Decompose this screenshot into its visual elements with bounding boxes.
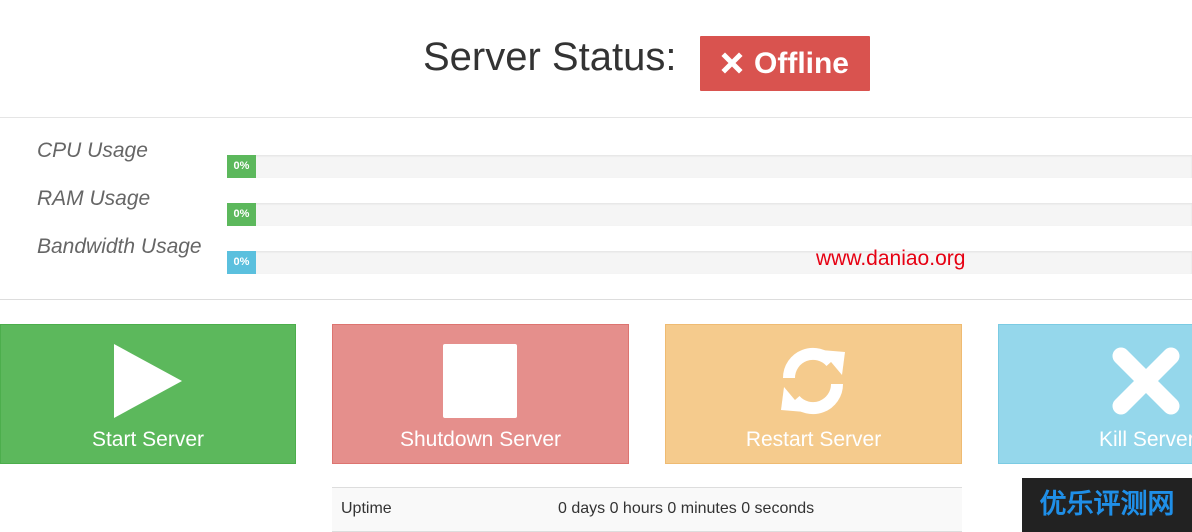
cpu-usage-label: CPU Usage xyxy=(37,139,148,162)
uptime-value: 0 days 0 hours 0 minutes 0 seconds xyxy=(558,500,815,517)
uptime-table: Uptime 0 days 0 hours 0 minutes 0 second… xyxy=(332,487,962,532)
shutdown-server-label: Shutdown Server xyxy=(399,428,562,451)
refresh-icon xyxy=(781,347,845,415)
corner-logo: 优乐评测网 xyxy=(1022,478,1192,532)
website-watermark: www.daniao.org xyxy=(816,247,966,270)
uptime-label: Uptime xyxy=(341,500,392,517)
server-action-buttons: Start Server Shutdown Server Restart Ser… xyxy=(0,324,1192,464)
close-icon xyxy=(721,52,743,74)
close-icon xyxy=(1112,347,1180,415)
cpu-usage-row: CPU Usage 0% xyxy=(0,136,1192,178)
shutdown-server-button[interactable]: Shutdown Server xyxy=(332,324,629,464)
ram-usage-progress-bar: 0% xyxy=(227,203,1192,226)
bandwidth-usage-progress-fill: 0% xyxy=(227,251,256,274)
bandwidth-usage-label: Bandwidth Usage xyxy=(37,235,202,258)
kill-server-button[interactable]: Kill Server xyxy=(998,324,1192,464)
play-icon xyxy=(114,344,182,418)
bandwidth-usage-row: Bandwidth Usage 0% xyxy=(0,232,1192,274)
bandwidth-usage-progress-bar: 0% xyxy=(227,251,1192,274)
status-badge-label: Offline xyxy=(754,47,849,80)
server-status-title: Server Status: xyxy=(423,35,677,79)
start-server-label: Start Server xyxy=(91,428,205,451)
stop-icon xyxy=(443,344,517,418)
ram-usage-progress-fill: 0% xyxy=(227,203,256,226)
server-control-panel: Server Status: Offline CPU Usage 0% RAM … xyxy=(0,0,1192,532)
cpu-usage-progress-fill: 0% xyxy=(227,155,256,178)
resource-usage-section: CPU Usage 0% RAM Usage 0% Bandwidth Usag… xyxy=(0,118,1192,300)
restart-server-button[interactable]: Restart Server xyxy=(665,324,962,464)
server-status-header: Server Status: Offline xyxy=(0,0,1192,118)
cpu-usage-progress-bar: 0% xyxy=(227,155,1192,178)
ram-usage-row: RAM Usage 0% xyxy=(0,184,1192,226)
start-server-button[interactable]: Start Server xyxy=(0,324,296,464)
kill-server-label: Kill Server xyxy=(1099,428,1192,451)
restart-server-label: Restart Server xyxy=(745,428,882,451)
offline-status-badge: Offline xyxy=(700,36,870,91)
ram-usage-label: RAM Usage xyxy=(37,187,151,210)
